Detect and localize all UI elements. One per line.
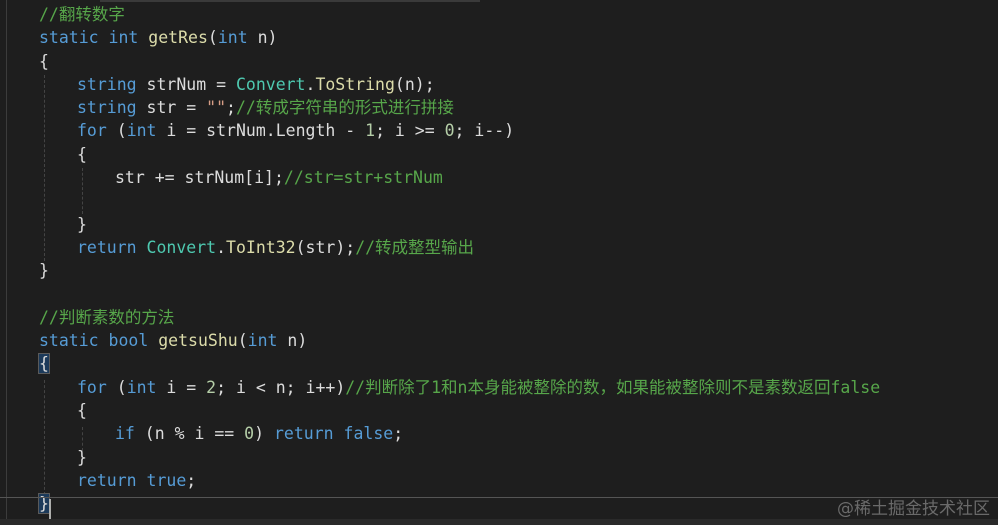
editor-margin-line	[6, 0, 7, 525]
number-literal: 0	[444, 121, 455, 141]
code-text: ; i--)	[454, 121, 515, 141]
code-text: str += strNum[i];	[115, 168, 284, 188]
code-line[interactable]: }	[39, 213, 998, 236]
brace: {	[77, 401, 87, 421]
code-line[interactable]: }	[39, 446, 998, 469]
punctuation: (	[207, 28, 218, 48]
punctuation: .	[305, 74, 316, 94]
code-line[interactable]: string strNum = Convert.ToString(n);	[39, 73, 998, 96]
keyword: static	[39, 331, 99, 351]
punctuation: .	[216, 237, 227, 257]
code-line[interactable]: {	[39, 399, 998, 422]
method-name: getRes	[148, 28, 208, 48]
code-line[interactable]: string str = "";//转成字符串的形式进行拼接	[39, 96, 998, 119]
method-name: getsuShu	[158, 331, 238, 351]
punctuation: (	[237, 331, 248, 351]
keyword: static	[39, 28, 99, 48]
code-text: )	[254, 424, 274, 444]
code-line[interactable]: for (int i = strNum.Length - 1; i >= 0; …	[39, 119, 998, 142]
parameter: n)	[247, 28, 278, 48]
code-line[interactable]: if (n % i == 0) return false;	[39, 422, 998, 445]
brace: }	[77, 447, 87, 467]
keyword: return	[77, 237, 137, 257]
code-text: str =	[136, 98, 207, 118]
keyword: int	[126, 377, 157, 397]
code-line[interactable]	[39, 283, 998, 306]
brace: {	[77, 144, 87, 164]
code-line[interactable]: for (int i = 2; i < n; i++)//判断除了1和n本身能被…	[39, 376, 998, 399]
method-call: ToString	[315, 74, 395, 94]
code-text: ; i >=	[375, 121, 445, 141]
punctuation: (	[106, 377, 127, 397]
keyword: bool	[108, 331, 149, 351]
comment: //转成整型输出	[355, 237, 475, 257]
keyword: return	[273, 424, 334, 444]
comment: //转成字符串的形式进行拼接	[235, 98, 454, 118]
code-line[interactable]: return Convert.ToInt32(str);//转成整型输出	[39, 236, 998, 259]
string-literal: ""	[206, 98, 227, 118]
code-line[interactable]: {	[39, 50, 998, 73]
keyword: int	[247, 331, 278, 351]
code-line[interactable]: //判断素数的方法	[39, 306, 998, 329]
keyword: int	[126, 121, 157, 141]
brace: }	[77, 214, 87, 234]
keyword: true	[146, 470, 187, 490]
code-text: i = strNum.Length -	[156, 121, 366, 141]
code-line[interactable]: {	[38, 352, 998, 375]
keyword: int	[217, 28, 248, 48]
code-text: (n % i ==	[134, 424, 245, 444]
punctuation: (	[106, 121, 127, 141]
watermark: @稀土掘金技术社区	[837, 499, 990, 519]
comment: //判断素数的方法	[39, 307, 175, 327]
keyword: int	[108, 28, 139, 48]
code-line[interactable]: //翻转数字	[39, 3, 998, 26]
code-line[interactable]: }	[39, 259, 998, 282]
number-literal: 2	[206, 377, 217, 397]
code-line[interactable]: static bool getsuShu(int n)	[39, 329, 998, 352]
code-text: ; i < n; i++)	[216, 377, 346, 397]
number-literal: 1	[365, 121, 376, 141]
code-text: (str);	[295, 237, 356, 257]
brace: }	[39, 261, 49, 281]
punctuation: ;	[393, 424, 404, 444]
punctuation: ;	[186, 470, 197, 490]
code-text: (n);	[394, 74, 435, 94]
keyword: string	[77, 98, 137, 118]
previous-line-remnant	[100, 0, 480, 2]
punctuation: ;	[226, 98, 236, 118]
comment: //翻转数字	[39, 5, 125, 24]
code-line[interactable]: static int getRes(int n)	[39, 26, 998, 49]
brace: {	[39, 51, 49, 71]
keyword: string	[77, 74, 137, 94]
code-editor[interactable]: //翻转数字 static int getRes(int n) { string…	[0, 0, 998, 525]
code-line[interactable]	[39, 189, 998, 212]
matched-brace: {	[38, 353, 50, 375]
number-literal: 0	[244, 424, 255, 444]
text-cursor	[49, 499, 51, 519]
code-line[interactable]: {	[39, 143, 998, 166]
method-call: ToInt32	[226, 237, 296, 257]
keyword: for	[77, 377, 107, 397]
comment: //判断除了1和n本身能被整除的数，如果能被整除则不是素数返回false	[345, 377, 881, 397]
editor-bottom-edge	[0, 519, 998, 525]
keyword: if	[115, 424, 135, 444]
code-line[interactable]: return true;	[39, 469, 998, 492]
class-name: Convert	[146, 237, 217, 257]
code-text: i =	[156, 377, 207, 397]
keyword: for	[77, 121, 107, 141]
class-name: Convert	[235, 74, 306, 94]
comment: //str=str+strNum	[283, 168, 443, 188]
code-text: strNum =	[136, 74, 236, 94]
keyword: false	[343, 424, 394, 444]
code-line[interactable]: str += strNum[i];//str=str+strNum	[39, 166, 998, 189]
parameter: n)	[277, 331, 308, 351]
keyword: return	[77, 470, 137, 490]
code-area[interactable]: //翻转数字 static int getRes(int n) { string…	[38, 3, 998, 516]
